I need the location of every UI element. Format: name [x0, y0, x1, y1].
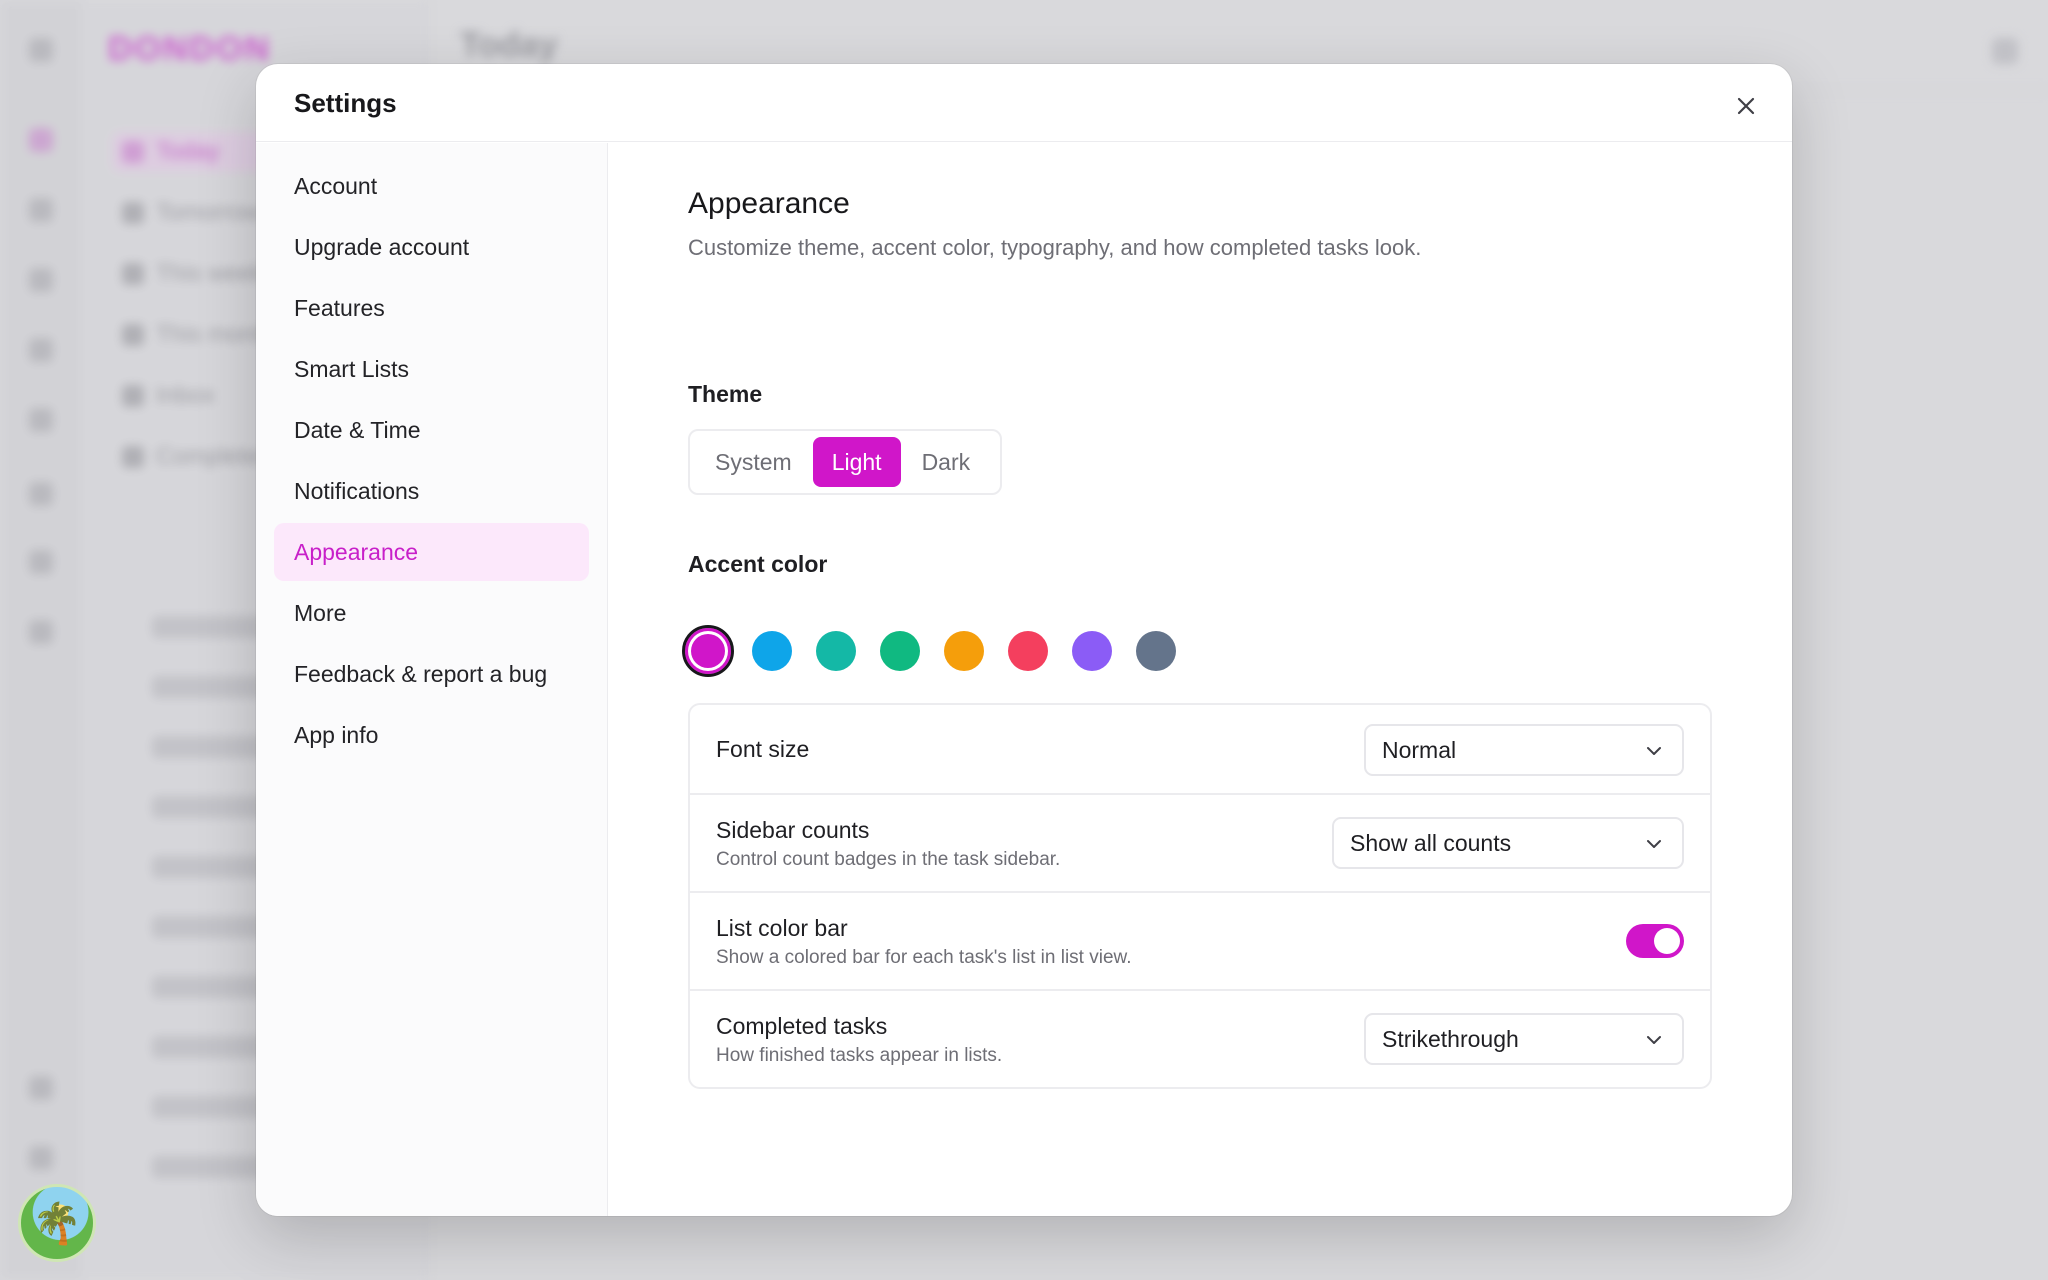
- theme-system-button[interactable]: System: [696, 437, 811, 487]
- completed-tasks-select[interactable]: Strikethrough: [1364, 1013, 1684, 1065]
- palm-tree-icon: 🌴: [32, 1201, 82, 1246]
- font-size-label: Font size: [716, 736, 810, 762]
- theme-light-button[interactable]: Light: [812, 437, 901, 487]
- avatar[interactable]: 🌴: [18, 1184, 96, 1262]
- sidebar-counts-label: Sidebar counts: [716, 817, 870, 843]
- completed-tasks-description: How finished tasks appear in lists.: [716, 1045, 1003, 1066]
- swatch-purple[interactable]: [1072, 631, 1112, 671]
- theme-label: Theme: [688, 381, 763, 407]
- toggle-knob: [1654, 928, 1680, 954]
- list-color-bar-label: List color bar: [716, 915, 848, 941]
- font-size-value: Normal: [1382, 736, 1457, 763]
- nav-item-label: Smart Lists: [294, 355, 410, 382]
- sidebar-counts-row: Sidebar counts Control count badges in t…: [690, 795, 1710, 893]
- chevron-down-icon: [1647, 747, 1661, 755]
- nav-item-account[interactable]: Account: [274, 157, 589, 215]
- nav-item-label: App info: [294, 721, 379, 748]
- nav-item-label: Appearance: [294, 538, 419, 565]
- section-description: Customize theme, accent color, typograph…: [688, 235, 1422, 260]
- font-size-row: Font size Normal: [690, 705, 1710, 795]
- nav-item-features[interactable]: Features: [274, 279, 589, 337]
- swatch-slate[interactable]: [1136, 631, 1176, 671]
- theme-dark-button[interactable]: Dark: [903, 437, 990, 487]
- nav-item-notifications[interactable]: Notifications: [274, 462, 589, 520]
- list-color-bar-toggle[interactable]: [1626, 924, 1684, 958]
- chevron-down-icon: [1647, 840, 1661, 848]
- nav-item-label: Date & Time: [294, 416, 421, 443]
- nav-item-label: Notifications: [294, 477, 420, 504]
- modal-title: Settings: [294, 88, 397, 118]
- nav-item-label: Features: [294, 294, 385, 321]
- nav-item-more[interactable]: More: [274, 584, 589, 642]
- completed-tasks-label: Completed tasks: [716, 1013, 888, 1039]
- theme-selector: System Light Dark: [688, 429, 1002, 495]
- swatch-green[interactable]: [880, 631, 920, 671]
- nav-item-app-info[interactable]: App info: [274, 706, 589, 764]
- section-title: Appearance: [688, 187, 850, 220]
- list-color-bar-row: List color bar Show a colored bar for ea…: [690, 893, 1710, 991]
- accent-color-label: Accent color: [688, 551, 828, 577]
- appearance-panel: Appearance Customize theme, accent color…: [608, 143, 1792, 1216]
- sidebar-counts-value: Show all counts: [1350, 829, 1512, 856]
- completed-tasks-value: Strikethrough: [1382, 1025, 1519, 1052]
- nav-item-label: Feedback & report a bug: [294, 660, 548, 687]
- nav-item-date-time[interactable]: Date & Time: [274, 401, 589, 459]
- nav-item-upgrade-account[interactable]: Upgrade account: [274, 218, 589, 276]
- accent-color-swatches: [682, 625, 1200, 677]
- settings-nav: Account Upgrade account Features Smart L…: [256, 143, 608, 1216]
- swatch-teal[interactable]: [816, 631, 856, 671]
- swatch-magenta[interactable]: [682, 625, 734, 677]
- appearance-options-card: Font size Normal Sidebar counts Control …: [688, 703, 1712, 1089]
- completed-tasks-row: Completed tasks How finished tasks appea…: [690, 991, 1710, 1087]
- sidebar-counts-select[interactable]: Show all counts: [1332, 817, 1684, 869]
- nav-item-appearance[interactable]: Appearance: [274, 523, 589, 581]
- swatch-blue[interactable]: [752, 631, 792, 671]
- list-color-bar-description: Show a colored bar for each task's list …: [716, 947, 1132, 968]
- modal-header: Settings: [256, 64, 1792, 142]
- nav-item-label: Upgrade account: [294, 233, 470, 260]
- sidebar-counts-description: Control count badges in the task sidebar…: [716, 849, 1061, 870]
- font-size-select[interactable]: Normal: [1364, 724, 1684, 776]
- chevron-down-icon: [1647, 1036, 1661, 1044]
- nav-item-label: More: [294, 599, 347, 626]
- swatch-red[interactable]: [1008, 631, 1048, 671]
- nav-item-smart-lists[interactable]: Smart Lists: [274, 340, 589, 398]
- close-icon: [1737, 97, 1755, 115]
- nav-item-feedback[interactable]: Feedback & report a bug: [274, 645, 589, 703]
- settings-modal: Settings Account Upgrade account Feature…: [256, 64, 1792, 1216]
- swatch-orange[interactable]: [944, 631, 984, 671]
- nav-item-label: Account: [294, 172, 378, 199]
- close-button[interactable]: [1728, 88, 1764, 124]
